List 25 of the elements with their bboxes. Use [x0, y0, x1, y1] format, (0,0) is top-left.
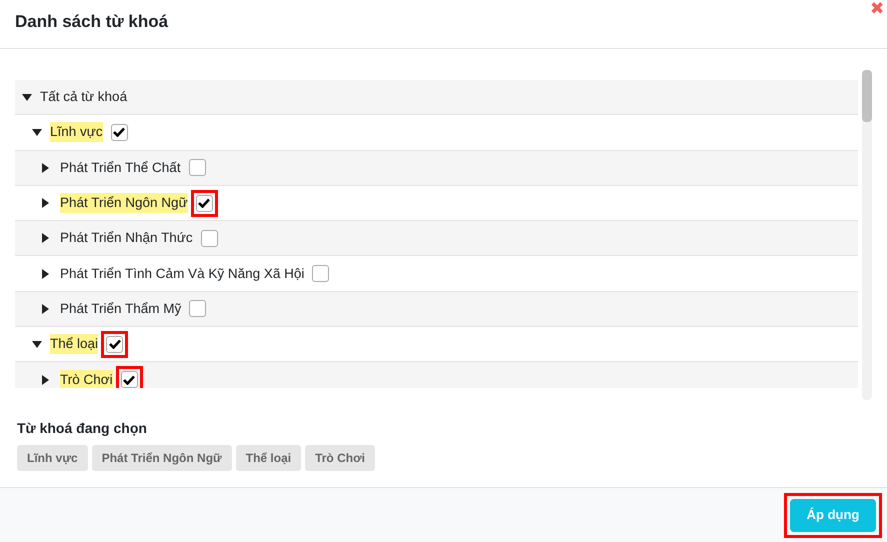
scrollbar-thumb[interactable] [862, 70, 872, 122]
tree-item-label[interactable]: Thể loại [50, 334, 98, 354]
dialog-title: Danh sách từ khoá [15, 11, 168, 33]
tree-item-label[interactable]: Phát Triển Thẩm Mỹ [60, 298, 182, 319]
keyword-tag: Lĩnh vực [17, 445, 88, 471]
scrollbar[interactable] [862, 70, 872, 400]
checkbox[interactable] [196, 194, 213, 212]
checkbox[interactable] [188, 159, 206, 176]
keyword-tag: Thể loại [236, 445, 302, 471]
checkbox[interactable] [189, 300, 206, 318]
tree-item-label[interactable]: Tất cả từ khoá [40, 87, 128, 108]
tree-item-label[interactable]: Trò Chơi [60, 370, 113, 388]
section-title: Từ khoá đang chọn [17, 419, 148, 438]
keyword-tag: Trò Chơi [305, 445, 375, 471]
checkbox[interactable] [312, 265, 330, 282]
tree-item-label[interactable]: Phát Triển Tình Cảm Và Kỹ Năng Xã Hội [60, 264, 304, 284]
checkbox[interactable] [110, 124, 128, 141]
tree-item-label[interactable]: Phát Triển Ngôn Ngữ [60, 193, 188, 214]
tree-item-label[interactable]: Phát Triển Thể Chất [60, 158, 181, 178]
checkbox[interactable] [120, 371, 138, 388]
tree-item-label[interactable]: Phát Triển Nhận Thức [60, 228, 193, 248]
checkbox[interactable] [106, 336, 124, 353]
tree-item-label[interactable]: Lĩnh vực [50, 122, 103, 142]
keyword-tag: Phát Triển Ngôn Ngữ [92, 445, 232, 471]
checkbox[interactable] [200, 230, 218, 247]
